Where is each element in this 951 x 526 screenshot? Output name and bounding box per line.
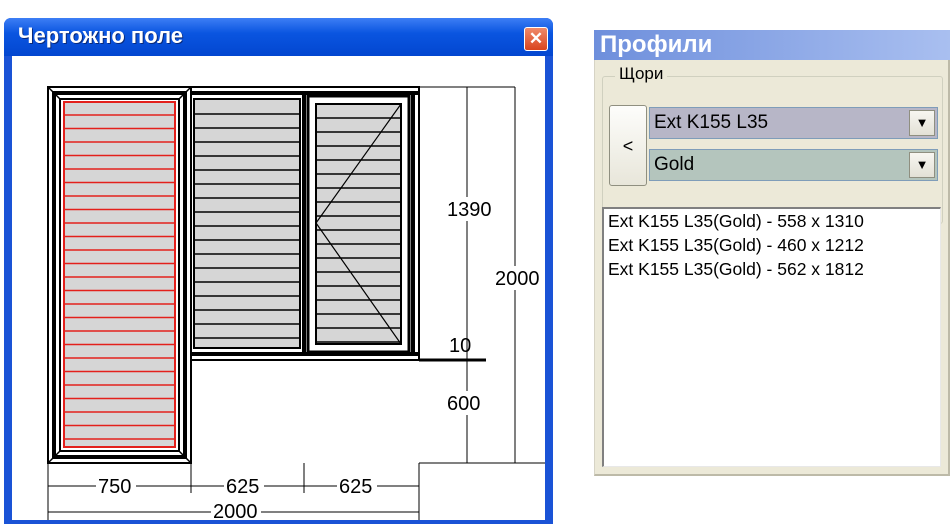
- dim-height-total: 2000: [495, 268, 540, 290]
- color-select[interactable]: Gold ▼: [649, 149, 938, 181]
- profiles-window: Профили Щори < Ext K155 L35 ▼ Gold ▼ Ext…: [594, 30, 950, 476]
- left-shutter: [63, 101, 176, 448]
- list-item[interactable]: Ext K155 L35(Gold) - 460 x 1212: [604, 233, 940, 257]
- color-select-value: Gold: [654, 154, 695, 175]
- window-drawing: 1390 2000 10 600 750 625 625 2000: [47, 86, 545, 523]
- dim-width-total: 2000: [213, 501, 258, 520]
- right-sash: [306, 94, 411, 354]
- chevron-down-icon[interactable]: ▼: [909, 110, 935, 136]
- profiles-window-title: Профили: [600, 31, 713, 58]
- drawing-canvas[interactable]: 1390 2000 10 600 750 625 625 2000: [12, 56, 545, 523]
- drawing-window-titlebar[interactable]: Чертожно поле ✕: [4, 18, 553, 56]
- profiles-window-titlebar[interactable]: Профили: [594, 30, 950, 60]
- lower-area: [190, 358, 486, 463]
- list-item[interactable]: Ext K155 L35(Gold) - 558 x 1310: [604, 209, 940, 233]
- dim-width-left: 750: [98, 476, 131, 498]
- drawing-window-title: Чертожно поле: [18, 23, 184, 48]
- dim-height-lower: 600: [447, 393, 480, 415]
- close-icon[interactable]: ✕: [524, 27, 548, 51]
- profile-select[interactable]: Ext K155 L35 ▼: [649, 107, 938, 139]
- dim-height-gap: 10: [449, 335, 471, 357]
- dim-width-right: 625: [339, 476, 372, 498]
- left-sash: [47, 86, 192, 464]
- shutter-list[interactable]: Ext K155 L35(Gold) - 558 x 1310 Ext K155…: [602, 207, 941, 467]
- dim-height-upper: 1390: [447, 199, 492, 221]
- profile-select-value: Ext K155 L35: [654, 112, 769, 133]
- drawing-window: Чертожно поле ✕ 1390 2000 10 600 750 625…: [4, 18, 553, 524]
- back-button[interactable]: <: [609, 105, 647, 186]
- dim-width-mid: 625: [226, 476, 259, 498]
- list-item[interactable]: Ext K155 L35(Gold) - 562 x 1812: [604, 257, 940, 281]
- shutters-group-label: Щори: [615, 64, 668, 84]
- middle-panel: [193, 98, 301, 349]
- chevron-down-icon[interactable]: ▼: [909, 152, 935, 178]
